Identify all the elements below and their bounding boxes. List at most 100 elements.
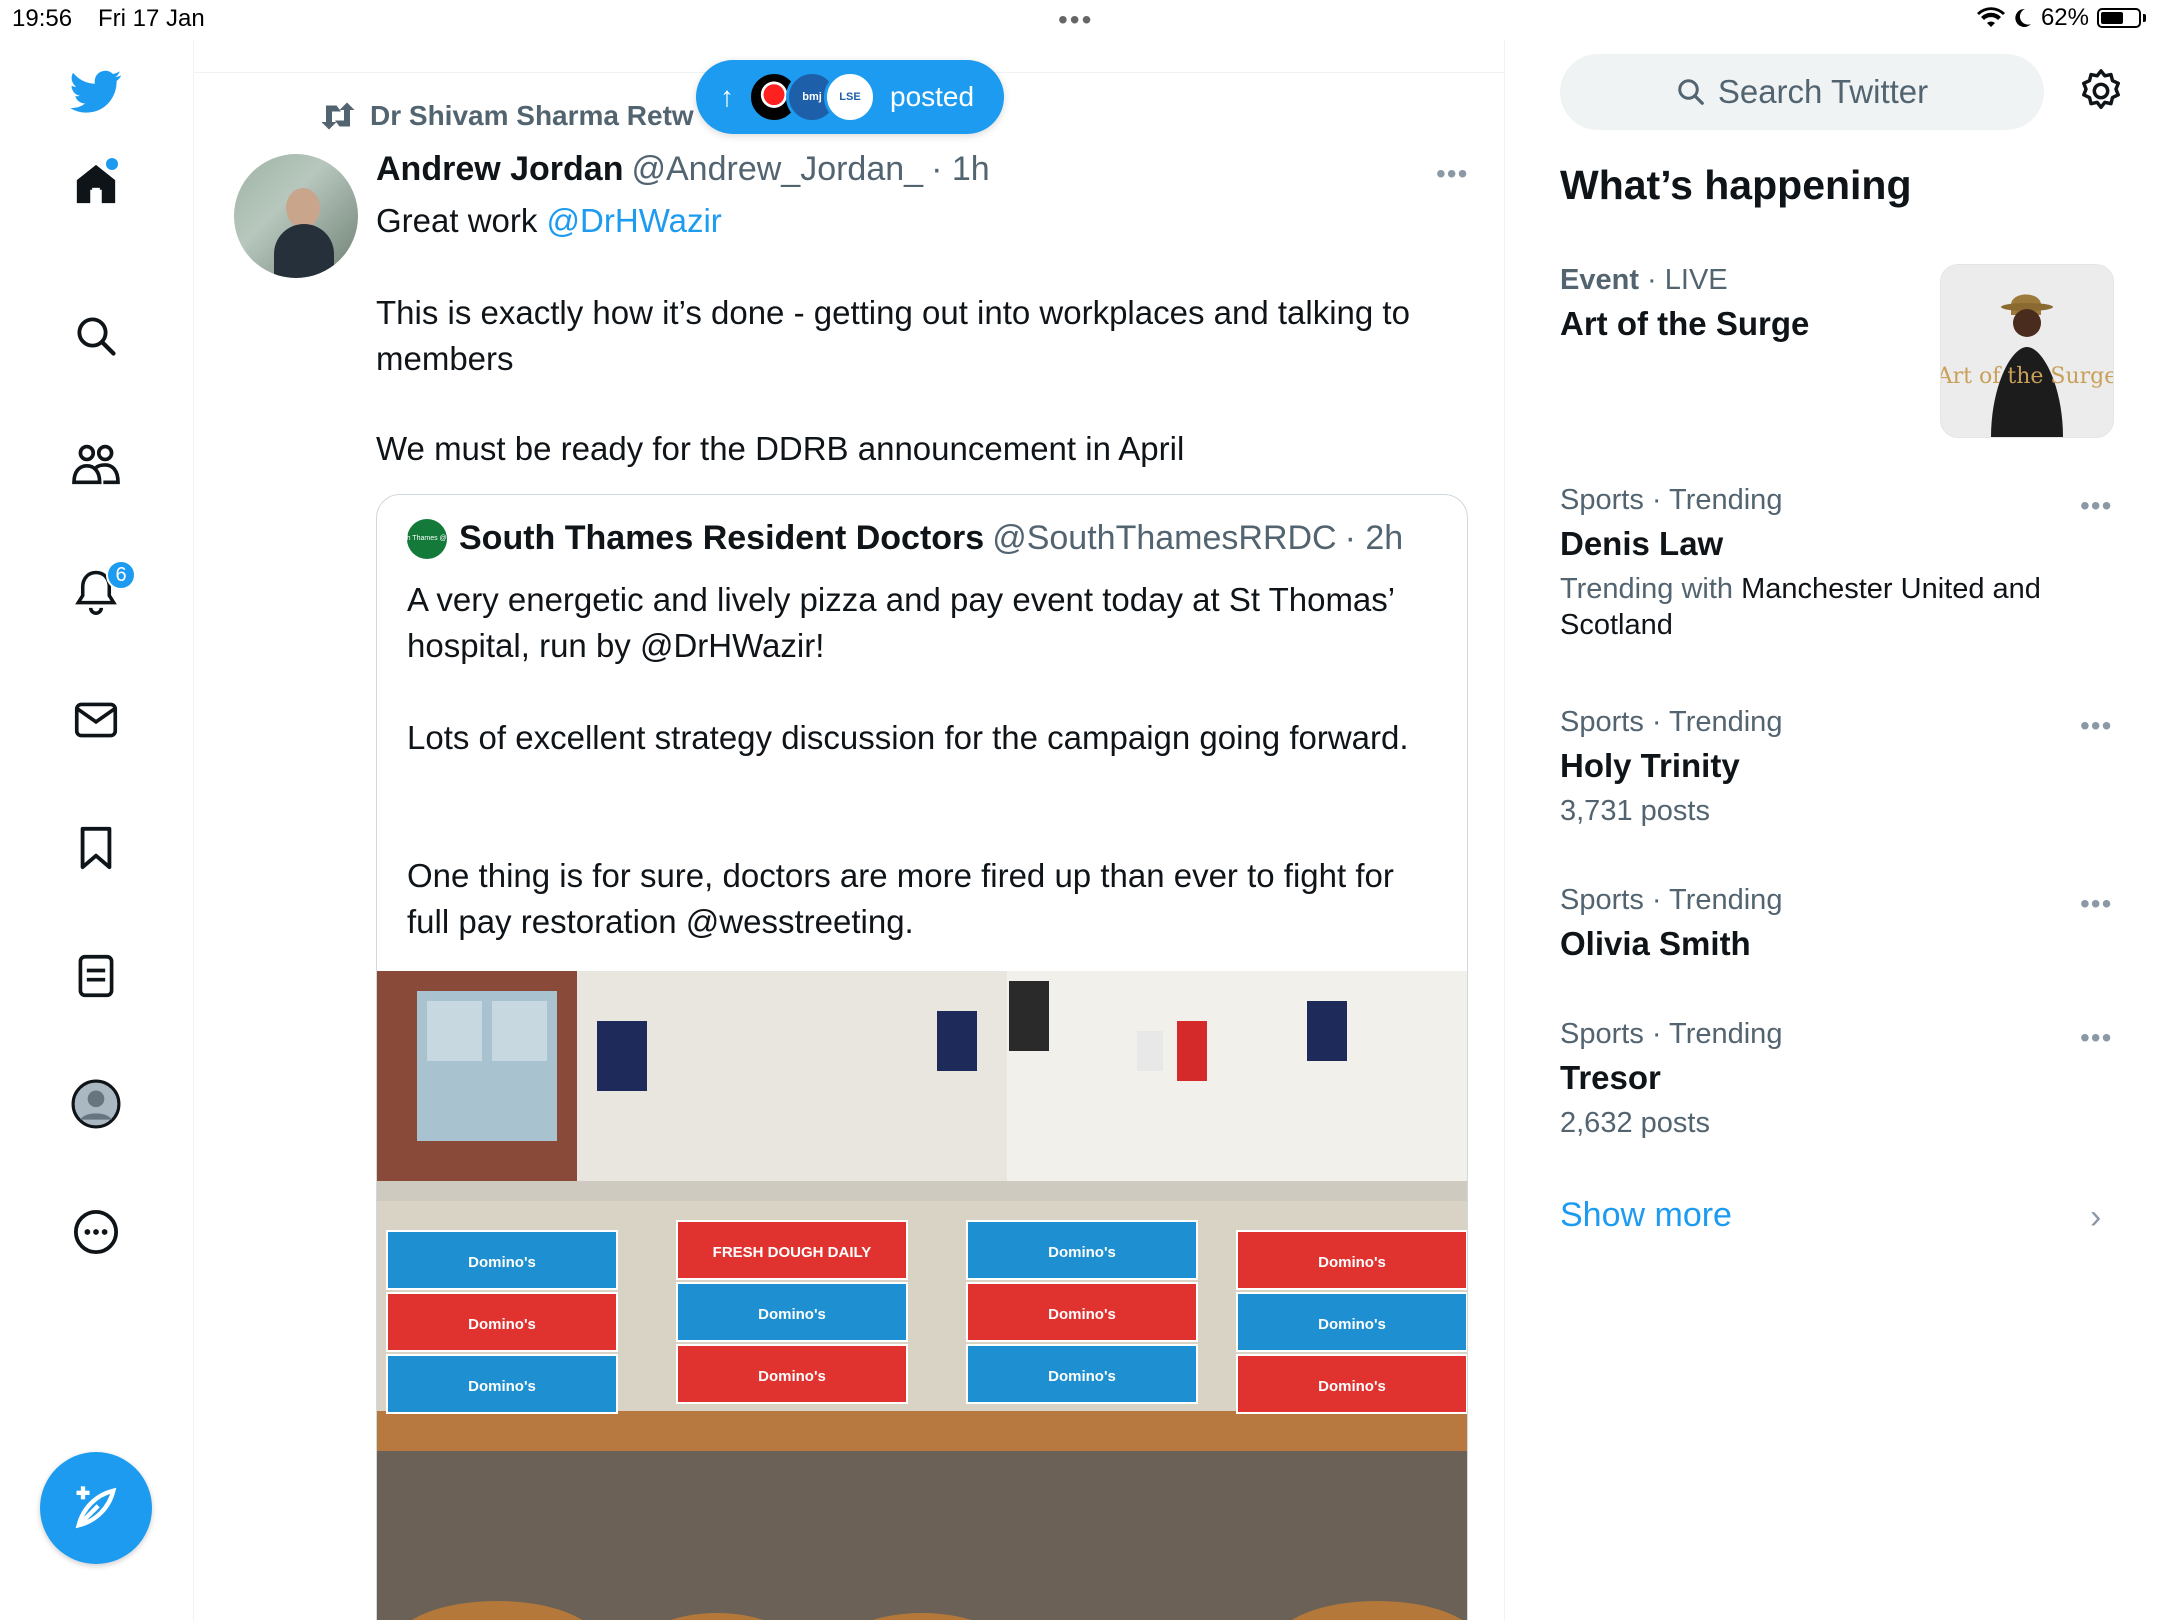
battery-percent: 62% (2040, 4, 2089, 31)
profile-icon[interactable] (70, 1078, 122, 1130)
trend-item[interactable]: Sports · Trending Tresor 2,632 posts (1560, 1018, 2120, 1141)
pizza-box-label: Domino's (1048, 1306, 1116, 1323)
thumb-title: Art of the Surge (1941, 364, 2113, 389)
multitasking-dots-icon[interactable]: ••• (1058, 4, 1093, 36)
status-time: 19:56 (12, 5, 73, 32)
pizza-box-label: Domino's (1048, 1368, 1116, 1385)
retweet-icon (321, 102, 355, 130)
trend-context: · LIVE (1638, 264, 1728, 296)
pizza-box-label: Domino's (468, 1254, 536, 1271)
trend-subtext: Trending with Manchester United and Scot… (1560, 571, 2120, 643)
trend-item[interactable]: Sports · Trending Holy Trinity 3,731 pos… (1560, 706, 2120, 829)
quoted-avatar[interactable]: South Thames @BMA (392, 519, 462, 559)
trend-name: Tresor (1560, 1059, 1661, 1096)
trend-more-icon[interactable]: ••• (2080, 1022, 2112, 1054)
pizza-box-label: Domino's (468, 1316, 536, 1333)
more-icon[interactable] (70, 1206, 122, 1258)
battery-fill (2101, 12, 2124, 24)
pizza-box-label: Domino's (758, 1306, 826, 1323)
bookmarks-icon[interactable] (70, 822, 122, 874)
trend-name: Olivia Smith (1560, 925, 1751, 962)
home-unread-dot (106, 158, 118, 170)
pizza-box-label: Domino's (1048, 1244, 1116, 1261)
show-more-link[interactable]: Show more (1560, 1196, 1732, 1235)
lists-icon[interactable] (70, 950, 122, 1002)
trend-name: Denis Law (1560, 525, 1724, 562)
trend-thumbnail[interactable]: Art of the Surge (1940, 264, 2114, 438)
avatar[interactable] (234, 154, 358, 278)
tweet-author-name[interactable]: Andrew Jordan (376, 150, 623, 189)
settings-gear-icon[interactable] (2078, 68, 2124, 114)
pizza-box-label: Domino's (1318, 1254, 1386, 1271)
compose-tweet-button[interactable] (40, 1452, 152, 1564)
notifications-badge: 6 (106, 560, 136, 590)
tweet-header: Andrew Jordan @Andrew_Jordan_ · 1h (376, 150, 990, 189)
search-placeholder: Search Twitter (1717, 73, 1929, 110)
search-icon[interactable] (70, 310, 122, 362)
new-posts-label: posted (890, 81, 975, 112)
communities-icon[interactable] (70, 438, 122, 490)
pizza-photo-illustration: Domino's Domino's Domino's FRESH DOUGH DAIL… (377, 971, 1467, 1620)
quoted-text-para1: A very energetic and lively pizza and pa… (407, 581, 1394, 664)
tweet-more-icon[interactable]: ••• (1436, 158, 1468, 190)
tweet-timestamp[interactable]: · 1h (931, 150, 990, 189)
art-of-the-surge-image: Art of the Surge (1941, 265, 2113, 437)
search-icon (1678, 79, 1704, 105)
quoted-text-para2: Lots of excellent strategy discussion fo… (407, 719, 1409, 756)
trend-name: Holy Trinity (1560, 747, 1740, 784)
trend-item[interactable]: Sports · Trending Denis Law Trending wit… (1560, 484, 2120, 643)
pizza-box-label: FRESH DOUGH DAILY (713, 1244, 872, 1261)
home-icon[interactable] (70, 158, 122, 210)
notifications-icon[interactable]: 6 (70, 560, 136, 618)
trend-post-count: 3,731 posts (1560, 795, 1710, 827)
avatar-face (286, 188, 320, 228)
trend-category: Sports · Trending (1560, 484, 1783, 516)
trend-more-icon[interactable]: ••• (2080, 888, 2112, 920)
new-posts-button[interactable]: ↑ bmj LSE posted (696, 60, 1004, 134)
quoted-author-handle[interactable]: @SouthThamesRRDC (992, 519, 1336, 558)
trend-category: Sports · Trending (1560, 884, 1783, 916)
quoted-text-para3: One thing is for sure, doctors are more … (407, 857, 1394, 940)
retweet-label: Dr Shivam Sharma Retw (370, 100, 694, 131)
trend-more-icon[interactable]: ••• (2080, 710, 2112, 742)
trend-post-count: 2,632 posts (1560, 1107, 1710, 1139)
status-date: Fri 17 Jan (98, 5, 205, 32)
quoted-tweet-header: South Thames @BMA South Thames Resident … (392, 519, 1404, 559)
messages-icon[interactable] (70, 694, 122, 746)
pill-avatar-3: LSE (824, 71, 876, 123)
timeline-feed[interactable]: Dr Shivam Sharma Retw Andrew Jordan @And… (194, 40, 1505, 1620)
trend-item[interactable]: Sports · Trending Olivia Smith (1560, 884, 2120, 963)
trend-category: Sports · Trending (1560, 1018, 1783, 1050)
battery-icon (2097, 8, 2141, 28)
tweet-author-handle[interactable]: @Andrew_Jordan_ (631, 150, 923, 189)
twitter-logo-icon[interactable] (70, 66, 122, 118)
whats-happening-title: What’s happening (1560, 162, 1912, 208)
avatar-body (274, 224, 334, 278)
pizza-box-label: Domino's (1318, 1316, 1386, 1333)
trend-sub-prefix: Trending with (1560, 573, 1742, 605)
moon-icon (2015, 8, 2031, 27)
arrow-up-icon: ↑ (720, 81, 734, 112)
tweet-mention-link[interactable]: @DrHWazir (547, 202, 722, 239)
quoted-photo[interactable]: Domino's Domino's Domino's FRESH DOUGH DAIL… (377, 971, 1467, 1620)
pizza-box-label: Domino's (468, 1378, 536, 1395)
tweet-text-line1: Great work @DrHWazir (376, 198, 1476, 244)
status-bar: 19:56 Fri 17 Jan ••• 62% (0, 0, 2160, 40)
search-input[interactable]: Search Twitter (1560, 54, 2044, 130)
pizza-box-label: Domino's (1318, 1378, 1386, 1395)
quoted-tweet-card[interactable]: South Thames @BMA South Thames Resident … (376, 494, 1468, 1620)
quoted-timestamp[interactable]: · 2h (1345, 519, 1404, 558)
tweet-text-prefix: Great work (376, 202, 547, 239)
tweet-text-para3: We must be ready for the DDRB announceme… (376, 430, 1185, 467)
battery-nub (2143, 14, 2146, 22)
status-indicators: 62% (1976, 4, 2146, 32)
chevron-right-icon[interactable]: › (2090, 1198, 2101, 1237)
trend-category: Sports · Trending (1560, 706, 1783, 738)
pizza-box-label: Domino's (758, 1368, 826, 1385)
trend-more-icon[interactable]: ••• (2080, 490, 2112, 522)
retweet-context[interactable]: Dr Shivam Sharma Retw (318, 100, 694, 132)
quoted-author-name[interactable]: South Thames Resident Doctors (459, 519, 984, 558)
left-navigation: 6 (0, 40, 194, 1620)
trend-category-label: Event (1560, 264, 1639, 296)
tweet-text-para2: This is exactly how it’s done - getting … (376, 294, 1410, 377)
